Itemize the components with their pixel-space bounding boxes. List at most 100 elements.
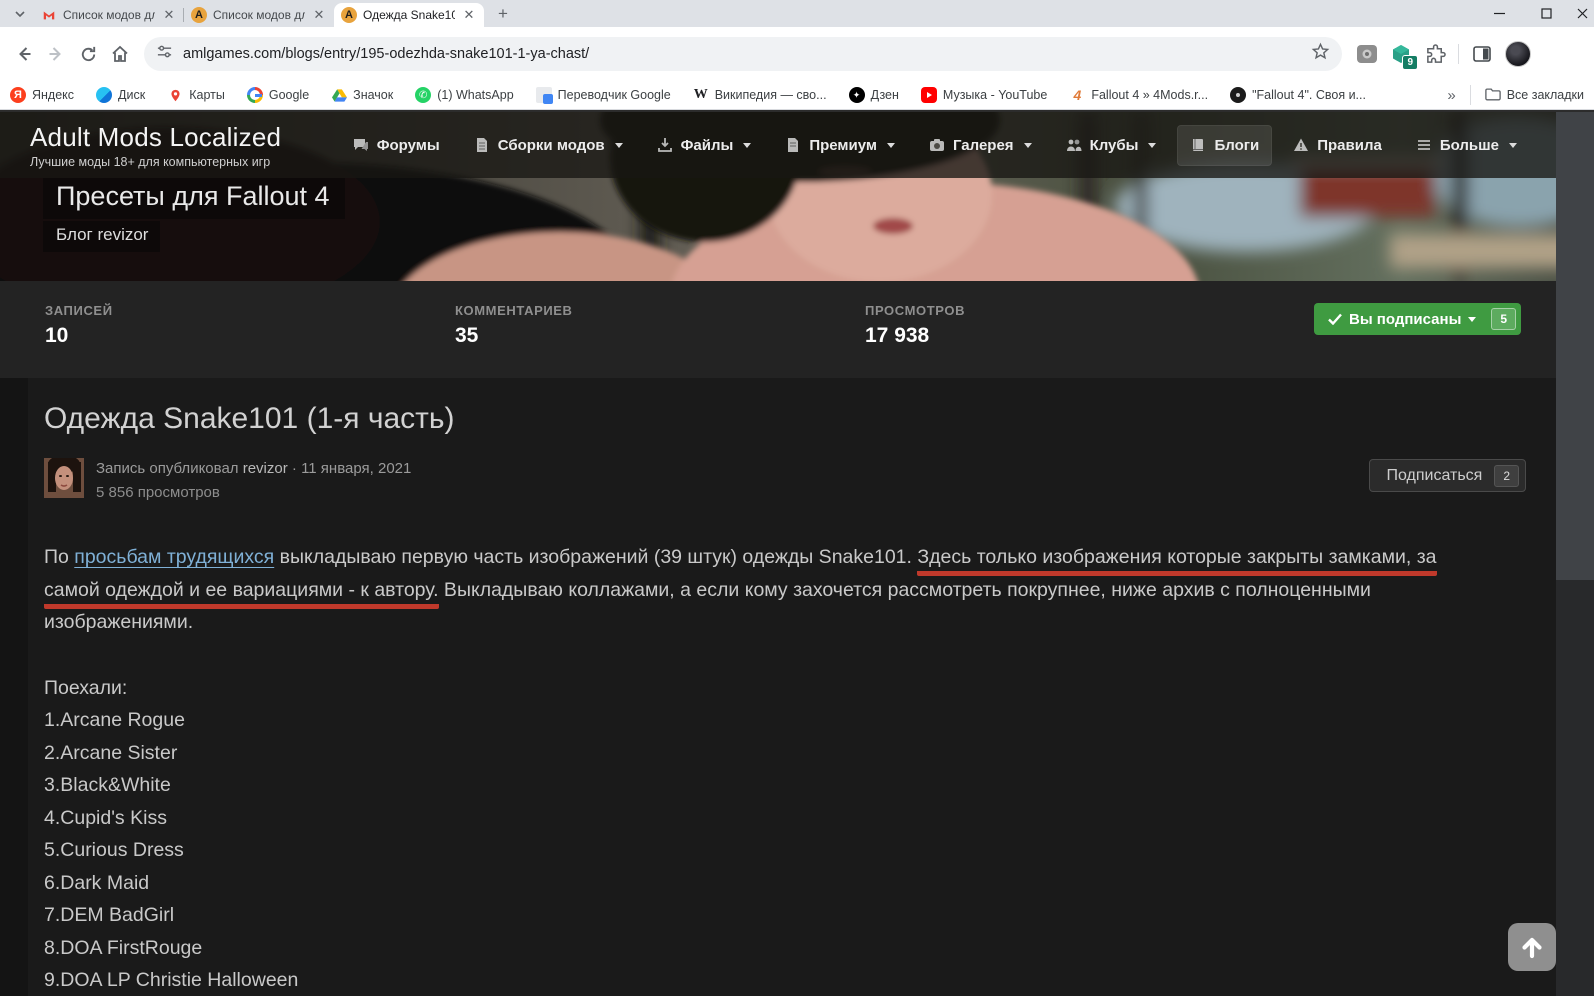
inline-link[interactable]: просьбам трудящихся: [74, 546, 274, 568]
extension-badge: 9: [1402, 55, 1418, 70]
published-line: Запись опубликовал revizor · 11 января, …: [96, 460, 411, 477]
nav-rules[interactable]: Правила: [1280, 125, 1395, 166]
site-brand[interactable]: Adult Mods Localized Лучшие моды 18+ для…: [30, 122, 281, 169]
menu-icon: [1416, 137, 1432, 153]
tab-title: Список модов для сборки Se: [63, 8, 155, 22]
yandex-disk-icon: [96, 87, 112, 103]
stat-entries: ЗАПИСЕЙ 10: [45, 303, 113, 348]
reload-icon[interactable]: [72, 38, 104, 70]
bookmarks-divider: [1470, 85, 1471, 105]
chevron-down-icon: [1024, 143, 1032, 148]
extension-gray-icon[interactable]: [1356, 43, 1378, 65]
site-header: Adult Mods Localized Лучшие моды 18+ для…: [0, 112, 1594, 178]
gmail-icon: [41, 7, 57, 23]
bookmark-whatsapp[interactable]: ✆ (1) WhatsApp: [415, 87, 513, 103]
tab-search-chevron-icon[interactable]: [6, 0, 34, 27]
folder-icon: [1485, 87, 1501, 104]
chevron-down-icon: [743, 143, 751, 148]
dzen-icon: ✦: [849, 87, 865, 103]
site-title: Adult Mods Localized: [30, 122, 281, 153]
users-icon: [1066, 137, 1082, 153]
bookmark-disk[interactable]: Диск: [96, 87, 145, 103]
bookmarks-overflow-icon[interactable]: »: [1447, 87, 1455, 104]
extension-teal-icon[interactable]: 9: [1390, 43, 1412, 65]
bookmark-youtube[interactable]: Музыка - YouTube: [921, 87, 1047, 103]
main-navigation: Форумы Сборки модов Файлы Премиум Галере…: [340, 125, 1594, 166]
file-text-icon: [474, 137, 490, 153]
bookmark-label: Значок: [353, 88, 393, 102]
address-bar[interactable]: amlgames.com/blogs/entry/195-odezhda-sna…: [144, 37, 1342, 71]
list-item: 2.Arcane Sister: [44, 737, 1540, 770]
tab-title: Одежда Snake101 (1-я часть) -: [363, 8, 455, 22]
bookmark-dzen[interactable]: ✦ Дзен: [849, 87, 899, 103]
browser-tab[interactable]: A Список модов для сборки Se ✕: [184, 3, 334, 27]
blog-subtitle[interactable]: Блог revizor: [43, 221, 160, 252]
bookmark-star-icon[interactable]: [1311, 42, 1330, 66]
extensions-puzzle-icon[interactable]: [1424, 43, 1446, 65]
bookmark-label: Дзен: [871, 88, 899, 102]
bookmark-yandex[interactable]: Я Яндекс: [10, 87, 74, 103]
book-icon: [1190, 137, 1206, 153]
list-item: 4.Cupid's Kiss: [44, 802, 1540, 835]
list-item: 1.Arcane Rogue: [44, 704, 1540, 737]
tab-close-icon[interactable]: ✕: [161, 7, 177, 23]
all-bookmarks[interactable]: Все закладки: [1485, 87, 1584, 104]
nav-blogs[interactable]: Блоги: [1177, 125, 1272, 166]
subscribed-button[interactable]: Вы подписаны 5: [1314, 303, 1521, 335]
nav-clubs[interactable]: Клубы: [1053, 125, 1170, 166]
subscribe-button[interactable]: Подписаться 2: [1369, 459, 1526, 492]
google-drive-icon: [331, 87, 347, 103]
all-bookmarks-label: Все закладки: [1507, 88, 1584, 102]
chevron-down-icon: [1148, 143, 1156, 148]
chevron-down-icon: [1509, 143, 1517, 148]
browser-tab[interactable]: Список модов для сборки Se ✕: [34, 3, 184, 27]
bookmark-wikipedia[interactable]: W Википедия — сво...: [693, 87, 827, 103]
fallout4-icon: [1230, 87, 1246, 103]
tab-close-icon[interactable]: ✕: [461, 7, 477, 23]
bookmarks-bar: Я Яндекс Диск Карты Google Значок ✆ (1) …: [0, 81, 1594, 110]
maximize-button[interactable]: [1523, 0, 1570, 27]
stat-views: ПРОСМОТРОВ 17 938: [865, 303, 965, 348]
new-tab-button[interactable]: +: [490, 1, 516, 27]
home-icon[interactable]: [104, 38, 136, 70]
nav-files[interactable]: Файлы: [644, 125, 765, 166]
author-avatar[interactable]: [44, 458, 84, 498]
bookmark-translate[interactable]: Переводчик Google: [536, 87, 671, 103]
profile-avatar[interactable]: [1505, 41, 1531, 67]
subscribe-count-badge[interactable]: 2: [1494, 465, 1519, 487]
whatsapp-icon: ✆: [415, 87, 431, 103]
google-icon: [247, 87, 263, 103]
nav-forums[interactable]: Форумы: [340, 125, 453, 166]
bookmark-maps[interactable]: Карты: [167, 87, 225, 103]
back-icon[interactable]: [8, 38, 40, 70]
bookmark-fallout4[interactable]: "Fallout 4". Своя и...: [1230, 87, 1366, 103]
side-panel-icon[interactable]: [1471, 43, 1493, 65]
scroll-to-top-button[interactable]: [1508, 923, 1556, 971]
forward-icon[interactable]: [40, 38, 72, 70]
scrollbar-thumb[interactable]: [1556, 112, 1594, 580]
nav-gallery[interactable]: Галерея: [916, 125, 1045, 166]
nav-premium[interactable]: Премиум: [772, 125, 908, 166]
nav-more[interactable]: Больше: [1403, 125, 1530, 166]
browser-tab-active[interactable]: A Одежда Snake101 (1-я часть) - ✕: [334, 3, 484, 27]
tab-close-icon[interactable]: ✕: [311, 7, 327, 23]
page-scrollbar[interactable]: [1556, 112, 1594, 996]
bookmark-google[interactable]: Google: [247, 87, 309, 103]
aml-icon: A: [341, 7, 357, 23]
subscribers-count-badge[interactable]: 5: [1491, 308, 1516, 330]
site-settings-icon[interactable]: [156, 43, 173, 65]
extension-area: 9: [1356, 41, 1531, 67]
bookmark-4mods[interactable]: 4 Fallout 4 » 4Mods.r...: [1069, 87, 1208, 103]
google-translate-icon: [536, 87, 552, 103]
wikipedia-icon: W: [693, 87, 709, 103]
aml-icon: A: [191, 7, 207, 23]
minimize-button[interactable]: [1476, 0, 1523, 27]
close-button[interactable]: [1570, 0, 1594, 27]
youtube-icon: [921, 87, 937, 103]
url-text[interactable]: amlgames.com/blogs/entry/195-odezhda-sna…: [183, 46, 1311, 62]
author-link[interactable]: revizor: [243, 460, 288, 477]
bookmark-drive[interactable]: Значок: [331, 87, 393, 103]
nav-modpacks[interactable]: Сборки модов: [461, 125, 636, 166]
browser-tab-bar: Список модов для сборки Se ✕ A Список мо…: [0, 0, 1594, 27]
blog-cover-banner: Adult Mods Localized Лучшие моды 18+ для…: [0, 112, 1594, 281]
